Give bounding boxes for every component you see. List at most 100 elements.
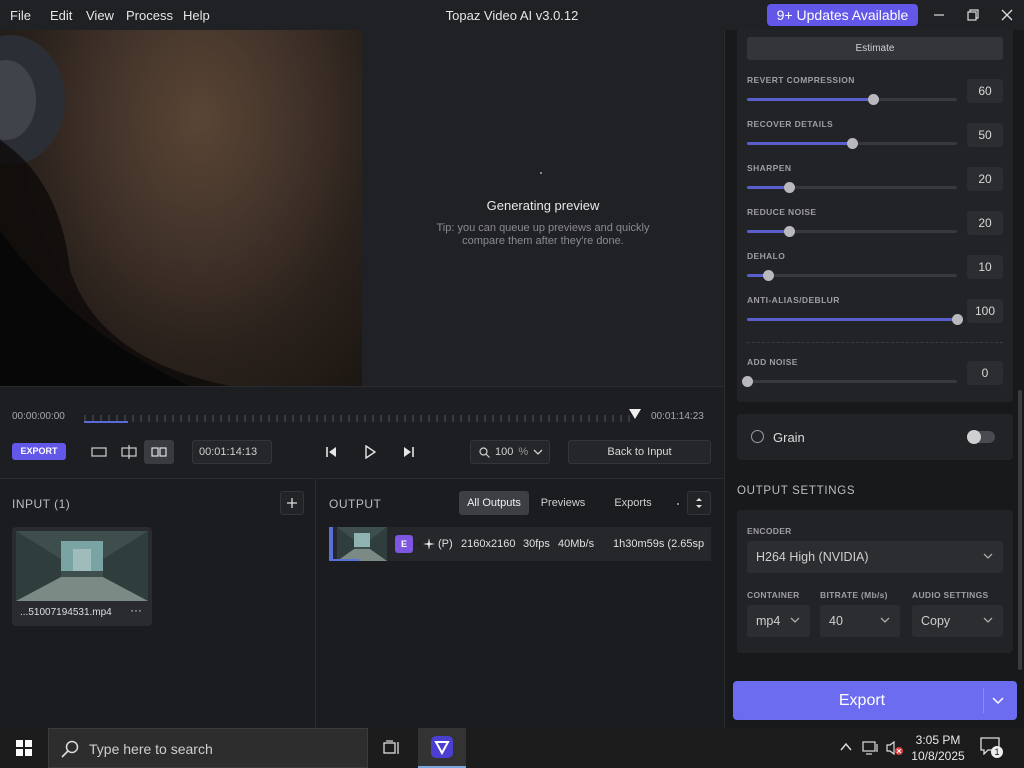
container-select[interactable]: mp4 xyxy=(747,605,810,637)
current-timecode[interactable]: 00:01:14:13 xyxy=(192,440,272,464)
slider-track[interactable] xyxy=(747,270,957,281)
chevron-up-icon[interactable] xyxy=(840,742,852,752)
notification-count: 1 xyxy=(991,746,1003,758)
previous-frame-button[interactable] xyxy=(320,442,342,462)
updates-button[interactable]: 9+ Updates Available xyxy=(767,4,918,26)
taskbar-time: 3:05 PM xyxy=(915,733,961,747)
output-panel-title: OUTPUT xyxy=(329,497,382,511)
slider-knob[interactable] xyxy=(847,138,858,149)
topaz-app-icon xyxy=(431,736,453,758)
step-forward-icon xyxy=(404,447,414,457)
output-job-row[interactable]: E (P) 2160x2160 30fps 40Mb/s 1h30m59s (2… xyxy=(329,527,711,561)
slider-fill xyxy=(747,142,852,145)
slider-track[interactable] xyxy=(747,226,957,237)
playhead-marker-icon[interactable] xyxy=(628,407,642,421)
network-icon[interactable] xyxy=(862,740,880,756)
tab-exports[interactable]: Exports xyxy=(603,491,663,515)
chevron-down-icon[interactable] xyxy=(992,697,1004,705)
chevron-down-icon xyxy=(790,617,800,623)
restore-icon[interactable] xyxy=(956,0,990,30)
timeline-scrubber[interactable] xyxy=(84,413,634,423)
encoder-select[interactable]: H264 High (NVIDIA) xyxy=(747,541,1003,573)
next-frame-button[interactable] xyxy=(398,442,420,462)
slider-value-input[interactable]: 10 xyxy=(967,255,1003,279)
menu-file[interactable]: File xyxy=(10,8,31,23)
enhancement-settings-card: Estimate REVERT COMPRESSION 60 RECOVER DET… xyxy=(737,30,1013,402)
output-settings-title: OUTPUT SETTINGS xyxy=(737,485,856,497)
estimate-button[interactable]: Estimate xyxy=(747,37,1003,60)
volume-muted-icon[interactable] xyxy=(886,740,904,756)
menu-process[interactable]: Process xyxy=(126,8,173,23)
zoom-value: 100 xyxy=(495,446,514,458)
export-badge: E xyxy=(395,535,413,553)
slider-label: RECOVER DETAILS xyxy=(747,119,834,129)
slider-track[interactable] xyxy=(747,94,957,105)
slider-knob[interactable] xyxy=(952,314,963,325)
slider-fill xyxy=(747,230,789,233)
slider-value-input[interactable]: 0 xyxy=(967,361,1003,385)
single-view-button[interactable] xyxy=(84,440,114,464)
search-placeholder: Type here to search xyxy=(89,741,213,757)
bitrate-select[interactable]: 40 xyxy=(820,605,900,637)
container-value: mp4 xyxy=(756,614,781,628)
slider-fill xyxy=(747,318,957,321)
split-view-button[interactable] xyxy=(114,440,144,464)
input-filename: ...51007194531.mp4 xyxy=(20,607,112,618)
slider-value-input[interactable]: 20 xyxy=(967,211,1003,235)
output-fps: 30fps xyxy=(523,538,550,550)
slider-track[interactable] xyxy=(747,182,957,193)
start-button[interactable] xyxy=(0,728,48,768)
zoom-select[interactable]: 100 % xyxy=(470,440,550,464)
side-by-side-view-button[interactable] xyxy=(144,440,174,464)
play-button[interactable] xyxy=(359,442,381,462)
more-options-icon[interactable]: ··· xyxy=(130,603,142,617)
preview-enhanced-frame: Generating preview Tip: you can queue up… xyxy=(362,30,724,386)
export-button[interactable]: Export xyxy=(733,681,1017,720)
taskbar-clock[interactable]: 3:05 PM 10/8/2025 xyxy=(908,732,968,764)
menu-help[interactable]: Help xyxy=(183,8,210,23)
face-closeup-image xyxy=(0,35,230,386)
slider-value-input[interactable]: 60 xyxy=(967,79,1003,103)
notification-center-button[interactable]: 1 xyxy=(980,737,1004,759)
export-queue-button[interactable]: EXPORT xyxy=(12,443,66,460)
slider-knob[interactable] xyxy=(763,270,774,281)
slider-knob[interactable] xyxy=(784,182,795,193)
menu-edit[interactable]: Edit xyxy=(50,8,72,23)
step-back-icon xyxy=(326,447,336,457)
slider-value-input[interactable]: 50 xyxy=(967,123,1003,147)
encoder-label: ENCODER xyxy=(747,526,792,536)
tab-previews[interactable]: Previews xyxy=(533,491,593,515)
input-video-card[interactable]: ...51007194531.mp4 ··· xyxy=(12,527,152,626)
bitrate-value: 40 xyxy=(829,614,843,628)
sort-order-button[interactable] xyxy=(687,491,711,515)
search-icon xyxy=(61,740,79,758)
slider-value-input[interactable]: 20 xyxy=(967,167,1003,191)
slider-value-input[interactable]: 100 xyxy=(967,299,1003,323)
slider-track[interactable] xyxy=(747,314,963,325)
audio-settings-select[interactable]: Copy xyxy=(912,605,1003,637)
taskbar-search-box[interactable]: Type here to search xyxy=(48,728,368,768)
slider-label: ADD NOISE xyxy=(747,357,798,367)
minimize-icon[interactable] xyxy=(922,0,956,30)
container-label: CONTAINER xyxy=(747,590,800,600)
slider-label: REVERT COMPRESSION xyxy=(747,75,855,85)
close-icon[interactable] xyxy=(990,0,1024,30)
back-to-input-button[interactable]: Back to Input xyxy=(568,440,711,464)
encoder-value: H264 High (NVIDIA) xyxy=(756,550,869,564)
menu-view[interactable]: View xyxy=(86,8,114,23)
slider-knob[interactable] xyxy=(742,376,753,387)
timeline-bar: 00:00:00:00 00:01:14:23 EXPORT 00:01:14:… xyxy=(0,386,724,478)
slider-track[interactable] xyxy=(742,376,957,387)
timeline-start-time: 00:00:00:00 xyxy=(12,411,65,422)
grain-radio[interactable] xyxy=(751,430,764,443)
slider-track[interactable] xyxy=(747,138,957,149)
tab-all-outputs[interactable]: All Outputs xyxy=(459,491,529,515)
audio-settings-value: Copy xyxy=(921,614,951,628)
taskbar-topaz-app[interactable] xyxy=(418,728,466,768)
grain-toggle[interactable] xyxy=(967,430,995,444)
add-input-button[interactable] xyxy=(280,491,304,515)
slider-knob[interactable] xyxy=(784,226,795,237)
slider-knob[interactable] xyxy=(868,94,879,105)
sidebar-scrollbar[interactable] xyxy=(1018,390,1022,670)
task-view-button[interactable] xyxy=(372,728,412,768)
